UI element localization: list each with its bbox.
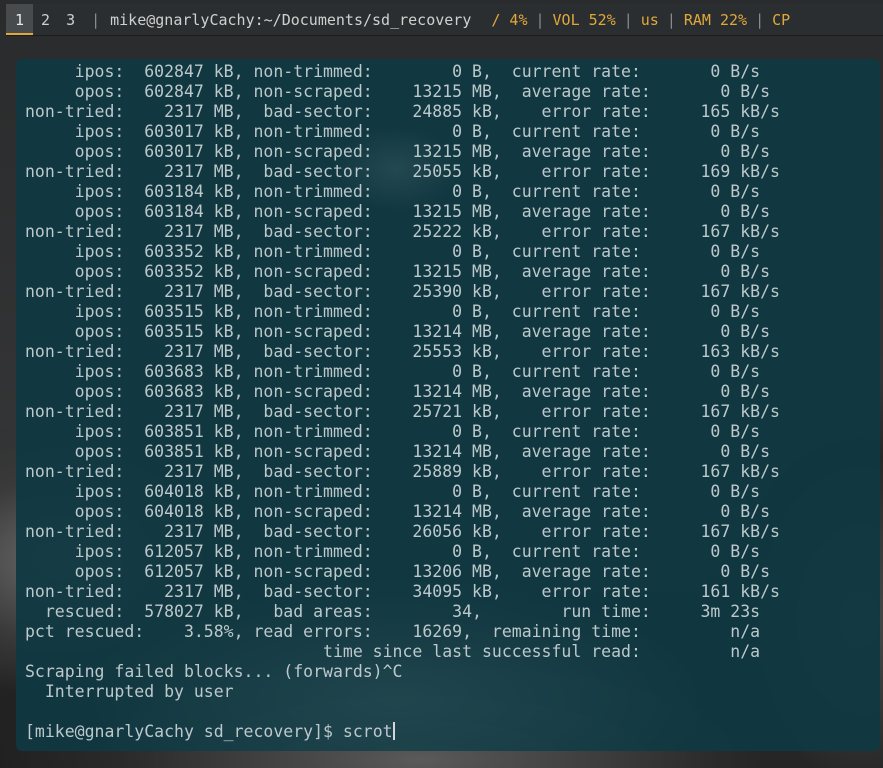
workspace-3-button[interactable]: 3	[58, 4, 83, 35]
terminal-output: ipos: 602847 kB, non-trimmed: 0 B, curre…	[25, 62, 780, 722]
terminal-line: opos: 603683 kB, non-scraped: 13214 MB, …	[25, 382, 771, 401]
keyboard-layout-indicator[interactable]: us	[641, 11, 659, 29]
terminal-line: non-tried: 2317 MB, bad-sector: 25390 kB…	[25, 282, 780, 301]
terminal-line: Interrupted by user	[25, 682, 234, 701]
terminal-line: rescued: 578027 kB, bad areas: 34, run t…	[25, 602, 761, 621]
terminal-line: opos: 603851 kB, non-scraped: 13214 MB, …	[25, 442, 771, 461]
terminal-line: opos: 603515 kB, non-scraped: 13214 MB, …	[25, 322, 771, 341]
terminal-line: ipos: 603683 kB, non-trimmed: 0 B, curre…	[25, 362, 761, 381]
terminal-line: non-tried: 2317 MB, bad-sector: 34095 kB…	[25, 582, 780, 601]
terminal-line: Scraping failed blocks... (forwards)^C	[25, 662, 403, 681]
terminal-line: pct rescued: 3.58%, read errors: 16269, …	[25, 622, 761, 641]
command-input[interactable]: scrot	[343, 722, 393, 741]
separator: /	[491, 10, 501, 29]
terminal-line: opos: 603184 kB, non-scraped: 13215 MB, …	[25, 202, 771, 221]
status-bar: 1 2 3 | mike@gnarlyCachy:~/Documents/sd_…	[6, 4, 883, 36]
terminal-line: non-tried: 2317 MB, bad-sector: 25055 kB…	[25, 162, 780, 181]
terminal-line: ipos: 602847 kB, non-trimmed: 0 B, curre…	[25, 62, 761, 81]
terminal-line: non-tried: 2317 MB, bad-sector: 26056 kB…	[25, 522, 780, 541]
terminal-line: non-tried: 2317 MB, bad-sector: 25889 kB…	[25, 462, 780, 481]
separator: |	[623, 10, 633, 29]
separator: |	[666, 10, 676, 29]
terminal-window[interactable]: ipos: 602847 kB, non-trimmed: 0 B, curre…	[16, 59, 880, 751]
terminal-line: opos: 604018 kB, non-scraped: 13214 MB, …	[25, 502, 771, 521]
terminal-line: opos: 602847 kB, non-scraped: 13215 MB, …	[25, 82, 771, 101]
terminal-line: opos: 603017 kB, non-scraped: 13215 MB, …	[25, 142, 771, 161]
terminal-line: non-tried: 2317 MB, bad-sector: 25721 kB…	[25, 402, 780, 421]
terminal-line: ipos: 603515 kB, non-trimmed: 0 B, curre…	[25, 302, 761, 321]
terminal-line: opos: 612057 kB, non-scraped: 13206 MB, …	[25, 562, 771, 581]
terminal-line: non-tried: 2317 MB, bad-sector: 25222 kB…	[25, 222, 780, 241]
terminal-line: ipos: 604018 kB, non-trimmed: 0 B, curre…	[25, 482, 761, 501]
progress-value: 4%	[509, 10, 528, 29]
terminal-line: ipos: 603184 kB, non-trimmed: 0 B, curre…	[25, 182, 761, 201]
text-cursor	[392, 722, 395, 740]
terminal-line: non-tried: 2317 MB, bad-sector: 25553 kB…	[25, 342, 780, 361]
terminal-line: time since last successful read: n/a	[25, 642, 761, 661]
terminal-prompt-line[interactable]: [mike@gnarlyCachy sd_recovery]$ scrot	[25, 722, 395, 742]
terminal-line: ipos: 603851 kB, non-trimmed: 0 B, curre…	[25, 422, 761, 441]
window-title: mike@gnarlyCachy:~/Documents/sd_recovery	[110, 10, 472, 29]
separator: |	[535, 10, 545, 29]
volume-indicator[interactable]: VOL 52%	[553, 11, 616, 29]
cpu-indicator: CP	[772, 10, 791, 29]
shell-prompt: [mike@gnarlyCachy sd_recovery]$	[25, 722, 343, 741]
separator: |	[91, 10, 101, 29]
workspace-1-button[interactable]: 1	[6, 4, 34, 35]
workspace-2-button[interactable]: 2	[33, 4, 58, 35]
separator: |	[755, 10, 765, 29]
terminal-line: ipos: 603352 kB, non-trimmed: 0 B, curre…	[25, 242, 761, 261]
terminal-line: opos: 603352 kB, non-scraped: 13215 MB, …	[25, 262, 771, 281]
terminal-line: non-tried: 2317 MB, bad-sector: 24885 kB…	[25, 102, 780, 121]
ram-indicator: RAM 22%	[683, 10, 748, 29]
terminal-line: ipos: 603017 kB, non-trimmed: 0 B, curre…	[25, 122, 761, 141]
terminal-line: ipos: 612057 kB, non-trimmed: 0 B, curre…	[25, 542, 761, 561]
progress-indicator: / 4%	[491, 11, 527, 29]
